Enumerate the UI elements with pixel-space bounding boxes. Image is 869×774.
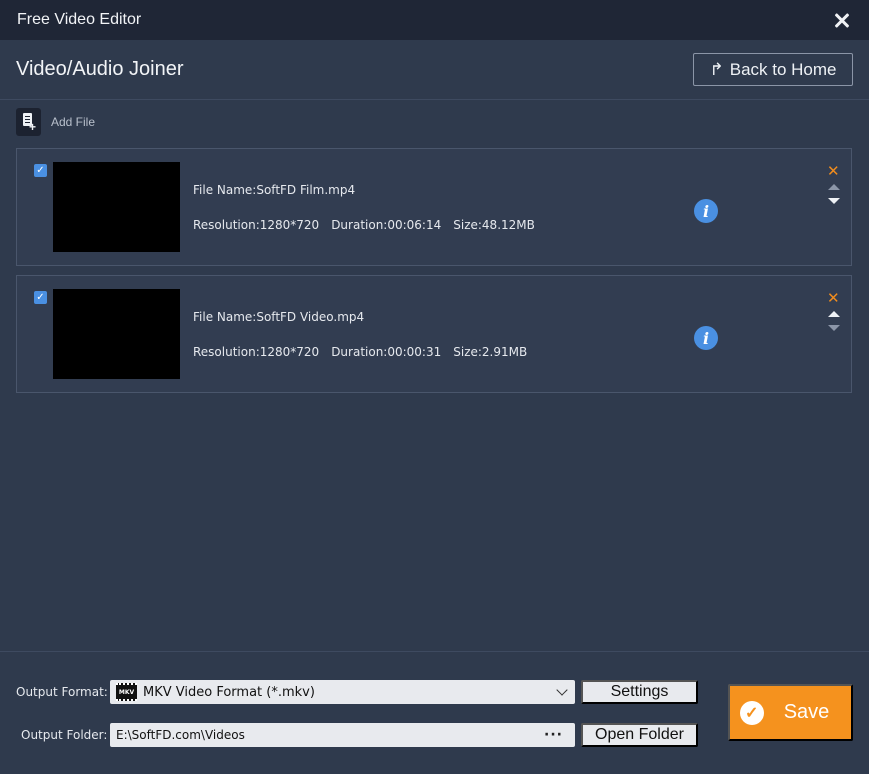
- move-up-icon[interactable]: [828, 184, 840, 190]
- add-file-icon[interactable]: +: [16, 108, 41, 136]
- file-name: File Name:SoftFD Video.mp4: [193, 310, 365, 324]
- add-file-label[interactable]: Add File: [51, 115, 95, 129]
- file-size: Size:48.12MB: [453, 218, 535, 232]
- close-icon[interactable]: [831, 9, 853, 31]
- move-down-icon[interactable]: [828, 198, 840, 204]
- output-format-label: Output Format:: [16, 685, 108, 699]
- remove-icon[interactable]: ✕: [827, 291, 840, 306]
- output-folder-value: E:\SoftFD.com\Videos: [116, 728, 245, 742]
- file-resolution: Resolution:1280*720: [193, 345, 320, 359]
- back-to-home-label: Back to Home: [729, 59, 837, 79]
- file-checkbox[interactable]: ✓: [34, 291, 47, 304]
- move-down-icon[interactable]: [828, 325, 840, 331]
- back-to-home-button[interactable]: ↱ Back to Home: [693, 53, 853, 86]
- window-title: Free Video Editor: [17, 11, 142, 28]
- remove-icon[interactable]: ✕: [827, 164, 840, 179]
- file-list: ✓ File Name:SoftFD Film.mp4 Resolution:1…: [16, 148, 852, 402]
- video-thumbnail: [53, 289, 180, 379]
- video-thumbnail: [53, 162, 180, 252]
- file-duration: Duration:00:06:14: [331, 218, 442, 232]
- save-label: Save: [783, 701, 830, 723]
- file-meta: Resolution:1280*720 Duration:00:06:14 Si…: [193, 218, 535, 232]
- browse-dots-icon[interactable]: ···: [544, 727, 563, 743]
- file-meta: Resolution:1280*720 Duration:00:00:31 Si…: [193, 345, 527, 359]
- page-title: Video/Audio Joiner: [16, 58, 184, 80]
- file-name: File Name:SoftFD Film.mp4: [193, 183, 356, 197]
- move-up-icon[interactable]: [828, 311, 840, 317]
- file-item[interactable]: ✓ File Name:SoftFD Film.mp4 Resolution:1…: [16, 148, 852, 266]
- output-folder-input[interactable]: E:\SoftFD.com\Videos ···: [110, 723, 575, 747]
- open-folder-button[interactable]: Open Folder: [581, 723, 698, 747]
- check-icon: ✓: [739, 700, 764, 725]
- output-format-select[interactable]: MKV MKV Video Format (*.mkv): [110, 680, 575, 704]
- settings-button[interactable]: Settings: [581, 680, 698, 704]
- info-icon[interactable]: i: [694, 326, 718, 350]
- output-folder-label: Output Folder:: [21, 728, 108, 742]
- output-format-value: MKV Video Format (*.mkv): [143, 684, 315, 700]
- file-resolution: Resolution:1280*720: [193, 218, 320, 232]
- save-button[interactable]: ✓ Save: [728, 684, 853, 741]
- file-checkbox[interactable]: ✓: [34, 164, 47, 177]
- info-icon[interactable]: i: [694, 199, 718, 223]
- chevron-down-icon[interactable]: [556, 684, 568, 696]
- file-size: Size:2.91MB: [453, 345, 528, 359]
- output-panel: Output Format: MKV MKV Video Format (*.m…: [0, 651, 869, 774]
- toolbar: + Add File: [16, 108, 95, 136]
- title-bar: Free Video Editor: [0, 0, 869, 40]
- return-arrow-icon: ↱: [709, 59, 724, 79]
- file-item[interactable]: ✓ File Name:SoftFD Video.mp4 Resolution:…: [16, 275, 852, 393]
- mkv-format-icon: MKV: [116, 683, 137, 701]
- file-duration: Duration:00:00:31: [331, 345, 442, 359]
- page-header: Video/Audio Joiner ↱ Back to Home: [0, 40, 869, 100]
